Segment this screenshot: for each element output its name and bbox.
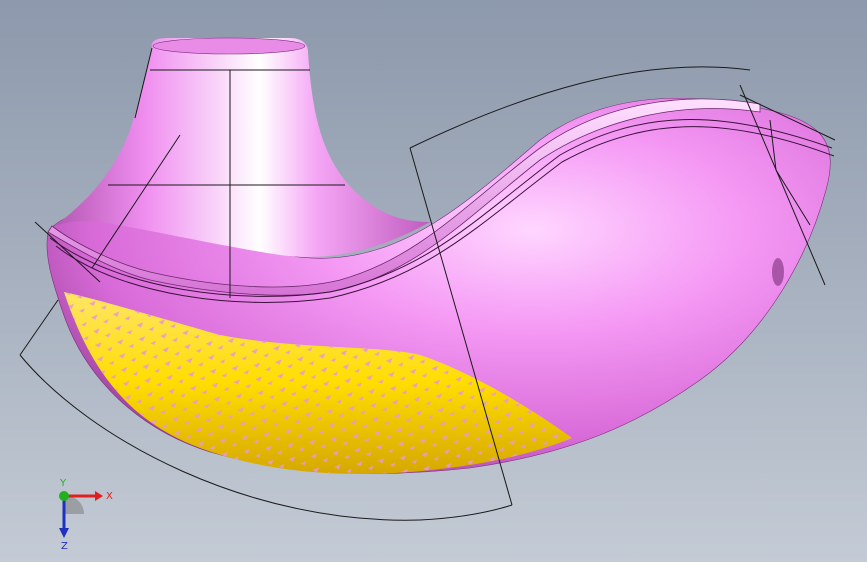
rear-dimple[interactable]: [772, 258, 784, 286]
z-axis-head: [59, 528, 69, 538]
model-scene[interactable]: [0, 0, 867, 562]
x-axis-head: [95, 491, 103, 501]
x-axis-label: X: [106, 491, 113, 502]
z-axis-label: Z: [61, 541, 68, 550]
y-axis-label: Y: [59, 478, 67, 489]
stem-top-face[interactable]: [152, 37, 306, 55]
graphics-viewport[interactable]: X Y Z: [0, 0, 867, 562]
y-axis-dot: [59, 491, 69, 501]
axis-triad: X Y Z: [59, 478, 113, 550]
